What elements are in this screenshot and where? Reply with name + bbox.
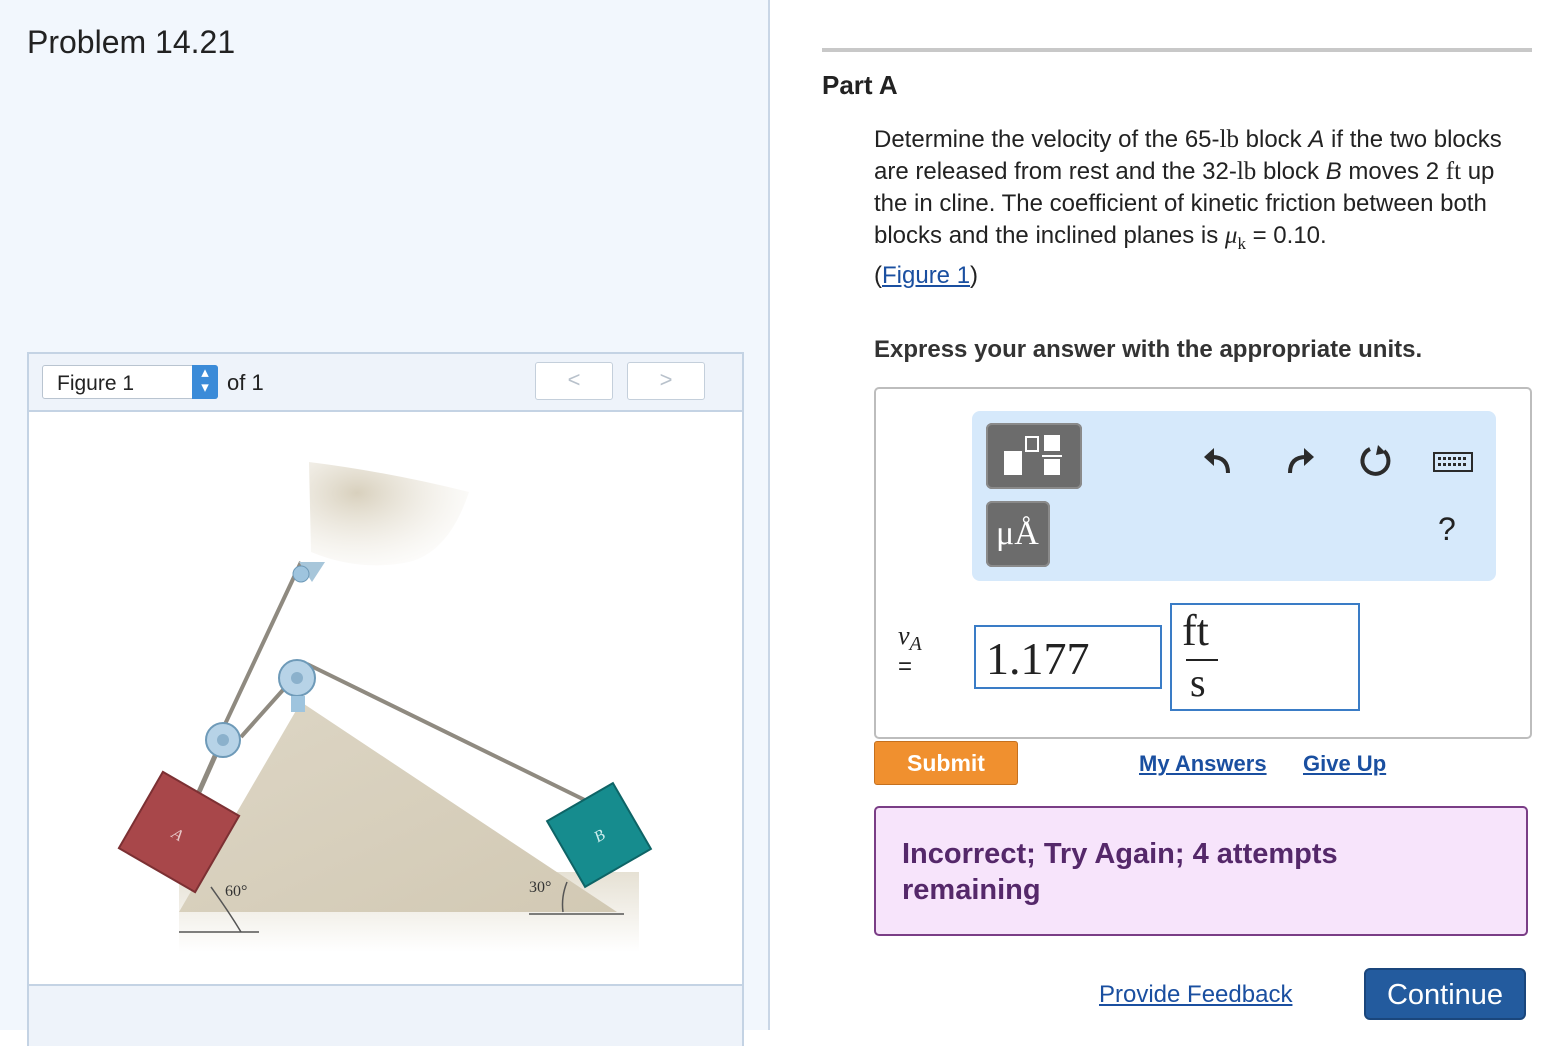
- pulley-mount: [291, 696, 305, 712]
- keyboard-icon[interactable]: [1432, 441, 1474, 481]
- undo-icon[interactable]: [1198, 441, 1238, 481]
- figure-select[interactable]: Figure 1 ▴ ▾: [42, 365, 218, 399]
- angle-30-label: 30°: [529, 879, 551, 896]
- equation-toolbar: μÅ ?: [972, 411, 1496, 581]
- provide-feedback-link[interactable]: Provide Feedback: [1099, 981, 1292, 1009]
- answer-box: μÅ ? vA = 1.177 ft s: [874, 387, 1532, 739]
- prev-figure-button[interactable]: <: [535, 362, 613, 400]
- feedback-box: Incorrect; Try Again; 4 attempts remaini…: [874, 806, 1528, 936]
- block-b: B: [545, 781, 653, 889]
- submit-button[interactable]: Submit: [874, 741, 1018, 785]
- wedge-pulley-hub: [291, 672, 303, 684]
- help-button[interactable]: ?: [1438, 511, 1456, 548]
- continue-button[interactable]: Continue: [1364, 968, 1526, 1020]
- left-pane: Problem 14.21 Figure 1 ▴ ▾ of 1 < > A B …: [0, 0, 770, 1046]
- give-up-link[interactable]: Give Up: [1303, 751, 1386, 777]
- unit-numerator: ft: [1182, 606, 1209, 655]
- figure-link[interactable]: Figure 1: [882, 262, 970, 289]
- figure-footer: [29, 984, 742, 1046]
- select-arrows-icon: ▴ ▾: [192, 365, 218, 399]
- answer-value-input[interactable]: 1.177: [974, 625, 1162, 689]
- figure-count: of 1: [227, 370, 264, 395]
- figure-toolbar: Figure 1 ▴ ▾ of 1 < >: [29, 354, 742, 412]
- units-button[interactable]: μÅ: [986, 501, 1050, 567]
- unit-denominator: s: [1190, 660, 1206, 705]
- instruction-text: Express your answer with the appropriate…: [874, 336, 1423, 363]
- answer-units-input[interactable]: ft s: [1170, 603, 1360, 711]
- my-answers-link[interactable]: My Answers: [1139, 751, 1267, 777]
- rope-upper: [217, 561, 303, 738]
- feedback-message: Incorrect; Try Again; 4 attempts remaini…: [902, 838, 1338, 906]
- divider: [822, 48, 1532, 52]
- ceiling-support: [309, 462, 469, 566]
- moving-pulley-hub: [217, 734, 229, 746]
- equals-sign: =: [898, 653, 913, 680]
- pulley-incline-figure: A B 60° 30°: [117, 462, 653, 952]
- angle-60-label: 60°: [225, 883, 247, 900]
- question-text: Determine the velocity of the 65-lb bloc…: [874, 126, 1502, 289]
- figure-panel: Figure 1 ▴ ▾ of 1 < > A B 60° 30°: [27, 352, 744, 1046]
- units-button-label: μÅ: [996, 515, 1039, 552]
- redo-icon[interactable]: [1280, 441, 1320, 481]
- reset-icon[interactable]: [1356, 441, 1396, 481]
- answer-variable: vA: [898, 621, 922, 656]
- next-figure-button[interactable]: >: [627, 362, 705, 400]
- problem-title: Problem 14.21: [27, 24, 236, 60]
- part-title: Part A: [822, 70, 898, 100]
- fraction-template-icon: [1004, 435, 1062, 475]
- figure-select-value: Figure 1: [57, 372, 135, 395]
- templates-button[interactable]: [986, 423, 1082, 489]
- right-pane: Part A Determine the velocity of the 65-…: [770, 0, 1564, 1030]
- ceiling-pulley: [292, 565, 310, 583]
